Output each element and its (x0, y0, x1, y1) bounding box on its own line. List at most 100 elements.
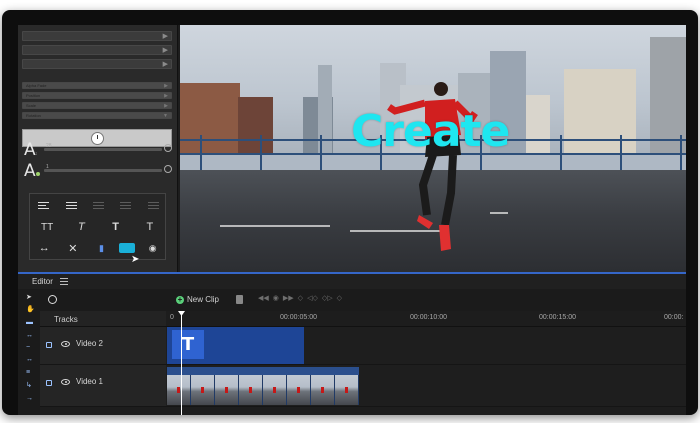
time-ruler[interactable]: 0 00:00:05:00 00:00:10:00 00:00:15:00 00… (166, 311, 686, 327)
font-size-slider[interactable] (44, 148, 162, 151)
accordion-row[interactable]: ▶ (22, 59, 172, 69)
reset-icon[interactable] (164, 165, 172, 173)
slip-tool-icon[interactable]: ≡ (26, 369, 34, 376)
clip-thumbnail (191, 375, 215, 405)
track-name: Video 2 (76, 339, 103, 348)
clock-icon[interactable] (48, 295, 57, 304)
visibility-eye-icon[interactable] (61, 341, 70, 347)
font-color-icon: A (24, 161, 36, 181)
device-frame: ▶ ▶ ▶ Alpha Fade ▶ Position ▶ Scale ▶ Ro… (2, 10, 698, 415)
align-right-icon[interactable] (87, 198, 109, 213)
ruler-tick: 00:00: (664, 314, 684, 321)
chevron-down-icon: ▼ (163, 113, 168, 119)
tracks-header-label: Tracks (54, 315, 78, 324)
row-label: Alpha Fade (26, 83, 47, 88)
arrow-right-tool-icon[interactable]: → (26, 395, 34, 402)
resize-horizontal-icon[interactable]: ↔ (33, 241, 55, 256)
plus-icon: + (176, 294, 184, 304)
track-header-video-1[interactable]: Video 1 (40, 365, 166, 407)
chevron-right-icon: ▶ (162, 61, 168, 68)
scale-row[interactable]: Scale ▶ (22, 102, 172, 109)
row-label: Rotation (26, 113, 41, 118)
chevron-right-icon: ▶ (162, 33, 168, 40)
delete-clip-icon[interactable] (236, 295, 243, 304)
text-tools: TT T T T ↔ ✕ ▮ ◉ ➤ (29, 193, 167, 265)
pointer-tool-icon[interactable]: ➤ (26, 294, 34, 301)
overlay-title[interactable]: Create (351, 106, 510, 157)
chevron-right-icon: ▶ (164, 103, 168, 109)
hand-tool-icon[interactable]: ✋ (26, 306, 35, 313)
track-name: Video 1 (76, 377, 103, 386)
razor-tool-icon[interactable]: ↳ (26, 382, 34, 389)
rewind-icon[interactable]: ◀◀ (258, 294, 269, 302)
bold-button[interactable]: T (105, 220, 127, 235)
keyframe-add-icon[interactable]: ◇ (337, 294, 342, 302)
clip-thumbnail (311, 375, 335, 405)
rotation-row[interactable]: Rotation ▼ (22, 112, 172, 119)
color-swatch-icon[interactable] (119, 243, 136, 253)
align-justify-icon[interactable] (115, 198, 137, 213)
close-icon[interactable]: ✕ (62, 241, 84, 256)
timeline-tool-strip: ➤ ✋ ▬ ↔ − ↔ ≡ ↳ → (18, 289, 40, 415)
font-color-row: A 1 (24, 161, 174, 181)
visibility-eye-icon[interactable] (61, 379, 70, 385)
track-header-video-2[interactable]: Video 2 (40, 327, 166, 365)
font-size-icon: A (24, 140, 36, 160)
font-size-sub-icon: ↕ (35, 151, 38, 157)
mouse-cursor-icon: ➤ (131, 254, 140, 265)
trim-tool-icon[interactable]: − (26, 344, 34, 351)
alignment-row (30, 196, 167, 214)
trash-icon[interactable]: ▮ (90, 241, 112, 256)
tab-editor[interactable]: Editor (32, 277, 53, 286)
reset-icon[interactable] (164, 144, 172, 152)
italic-button[interactable]: T (70, 220, 92, 235)
video-clip[interactable] (167, 367, 359, 405)
forward-icon[interactable]: ▶▶ (283, 294, 294, 302)
color-dot-icon (36, 172, 40, 176)
split-tool-icon[interactable]: ↔ (26, 332, 34, 339)
ruler-tick: 00:00:05:00 (280, 314, 317, 321)
font-size-row: A ↕ 28 (24, 140, 174, 160)
clip-thumbnail (335, 375, 359, 405)
position-row[interactable]: Position ▶ (22, 92, 172, 99)
play-icon[interactable]: ◉ (273, 294, 279, 302)
clip-thumbnail (215, 375, 239, 405)
row-label: Scale (26, 103, 37, 108)
ripple-tool-icon[interactable]: ↔ (26, 356, 34, 363)
transport-controls: ◀◀ ◉ ▶▶ ◇ ◁◇ ◇▷ ◇ (258, 294, 342, 302)
keyframe-icon[interactable]: ◇ (298, 294, 303, 302)
hamburger-menu-icon[interactable] (60, 278, 68, 287)
text-clip[interactable]: T (167, 327, 304, 364)
clip-thumbnail (263, 375, 287, 405)
row-label: Position (26, 93, 41, 98)
accordion-row[interactable]: ▶ (22, 31, 172, 41)
keyframe-next-icon[interactable]: ◇▷ (322, 294, 333, 302)
text-button[interactable]: T (139, 220, 161, 235)
align-full-icon[interactable] (142, 198, 164, 213)
video-preview[interactable]: Create (180, 25, 686, 272)
alpha-fade-row[interactable]: Alpha Fade ▶ (22, 82, 172, 89)
text-style-row: TT T T T (30, 218, 167, 236)
chevron-right-icon: ▶ (164, 83, 168, 89)
app-window: ▶ ▶ ▶ Alpha Fade ▶ Position ▶ Scale ▶ Ro… (18, 25, 686, 415)
keyframe-prev-icon[interactable]: ◁◇ (307, 294, 318, 302)
runner-figure (387, 82, 478, 251)
playhead[interactable] (181, 311, 182, 415)
ruler-tick: 0 (170, 314, 174, 321)
align-center-icon[interactable] (60, 198, 82, 213)
font-size-value: 28 (46, 143, 52, 149)
font-color-slider[interactable] (44, 169, 162, 172)
eye-icon[interactable]: ◉ (142, 241, 164, 256)
ruler-tick: 00:00:15:00 (539, 314, 576, 321)
select-tool-icon[interactable]: ▬ (26, 319, 34, 326)
editor-tabbar: Editor (18, 272, 686, 289)
text-size-button[interactable]: TT (36, 220, 58, 235)
lock-icon[interactable] (46, 380, 52, 386)
new-clip-button[interactable]: + New Clip (176, 294, 219, 305)
accordion-row[interactable]: ▶ (22, 45, 172, 55)
lock-icon[interactable] (46, 342, 52, 348)
align-left-icon[interactable] (33, 198, 55, 213)
clip-thumbnail (167, 375, 191, 405)
text-clip-thumbnail: T (172, 330, 204, 359)
new-clip-label: New Clip (187, 295, 220, 304)
